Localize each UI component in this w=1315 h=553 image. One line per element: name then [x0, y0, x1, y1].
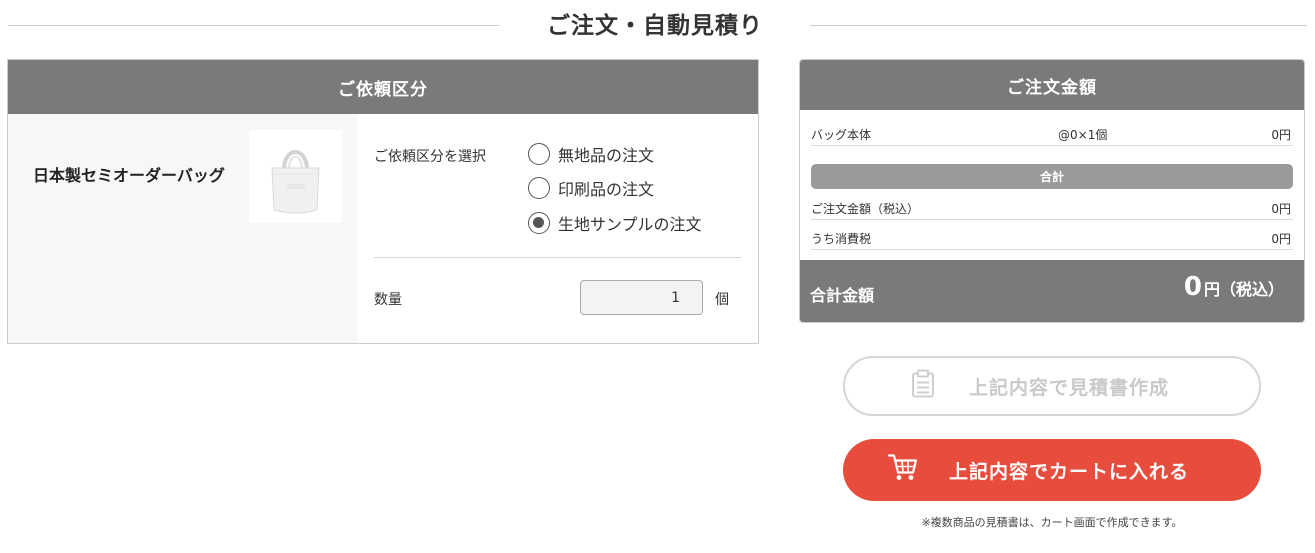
option-printed-order[interactable]: 印刷品の注文	[528, 176, 654, 200]
summary-row-order-total: ご注文金額（税込） 0円	[811, 196, 1293, 220]
add-to-cart-label: 上記内容でカートに入れる	[948, 460, 1189, 483]
grand-total-suffix: 円（税込）	[1203, 280, 1284, 299]
summary-row-bag: バッグ本体 @0×1個 0円	[811, 122, 1293, 146]
summary-row-label: バッグ本体	[811, 128, 872, 142]
option-label: 生地サンプルの注文	[558, 215, 702, 234]
page-title-row: ご注文・自動見積り	[0, 0, 1315, 50]
option-label: 印刷品の注文	[558, 180, 655, 199]
option-plain-order[interactable]: 無地品の注文	[528, 142, 654, 166]
quantity-unit: 個	[715, 292, 729, 308]
summary-row-amount: 0円	[1271, 232, 1291, 246]
summary-row-label: うち消費税	[811, 232, 872, 246]
request-panel-header: ご依頼区分	[8, 60, 758, 114]
option-fabric-sample-order[interactable]: 生地サンプルの注文	[528, 211, 702, 235]
grand-total-amount: 0 円（税込）	[1184, 272, 1284, 302]
summary-row-label: ご注文金額（税込）	[811, 202, 920, 216]
grand-total-label: 合計金額	[810, 286, 875, 305]
estimate-note: ※複数商品の見積書は、カート画面で作成できます。	[921, 516, 1183, 529]
title-divider-right	[810, 25, 1307, 26]
summary-row-amount: 0円	[1271, 128, 1291, 142]
order-form: ご依頼区分を選択 無地品の注文 印刷品の注文 生地サンプルの注文 数量 個	[358, 114, 758, 343]
product-cell: 日本製セミオーダーバッグ	[8, 114, 358, 343]
summary-row-detail: @0×1個	[1058, 128, 1108, 142]
summary-row-tax: うち消費税 0円	[811, 226, 1293, 250]
grand-total-bar: 合計金額 0 円（税込）	[800, 260, 1304, 322]
form-divider	[374, 257, 741, 258]
radio-button[interactable]	[528, 143, 550, 165]
product-image	[249, 130, 342, 223]
order-summary-header: ご注文金額	[800, 60, 1304, 110]
radio-button-checked[interactable]	[528, 212, 550, 234]
page-title: ご注文・自動見積り	[547, 13, 763, 39]
product-name: 日本製セミオーダーバッグ	[33, 166, 225, 185]
create-estimate-label: 上記内容で見積書作成	[968, 376, 1169, 399]
tote-bag-image	[271, 150, 320, 214]
radio-button[interactable]	[528, 177, 550, 199]
shopping-cart-icon	[887, 453, 919, 488]
subtotal-header: 合計	[811, 164, 1293, 189]
grand-total-value: 0	[1183, 272, 1202, 302]
request-panel-body: 日本製セミオーダーバッグ ご依頼区分を選択 無地品の注文 印刷品の注文 生地サン…	[8, 114, 758, 343]
request-type-label: ご依頼区分を選択	[374, 149, 486, 165]
request-panel: ご依頼区分 日本製セミオーダーバッグ ご依頼区分を選択 無地品の注文 印刷品の注…	[7, 59, 759, 344]
title-divider-left	[8, 25, 500, 26]
option-label: 無地品の注文	[558, 146, 655, 165]
order-summary-panel: ご注文金額 バッグ本体 @0×1個 0円 合計 ご注文金額（税込） 0円 うち消…	[799, 59, 1305, 323]
quantity-input[interactable]	[580, 280, 703, 315]
add-to-cart-button[interactable]: 上記内容でカートに入れる	[843, 439, 1261, 501]
summary-row-amount: 0円	[1271, 202, 1291, 216]
clipboard-icon	[911, 369, 935, 403]
create-estimate-button[interactable]: 上記内容で見積書作成	[843, 356, 1261, 416]
quantity-label: 数量	[374, 292, 402, 308]
